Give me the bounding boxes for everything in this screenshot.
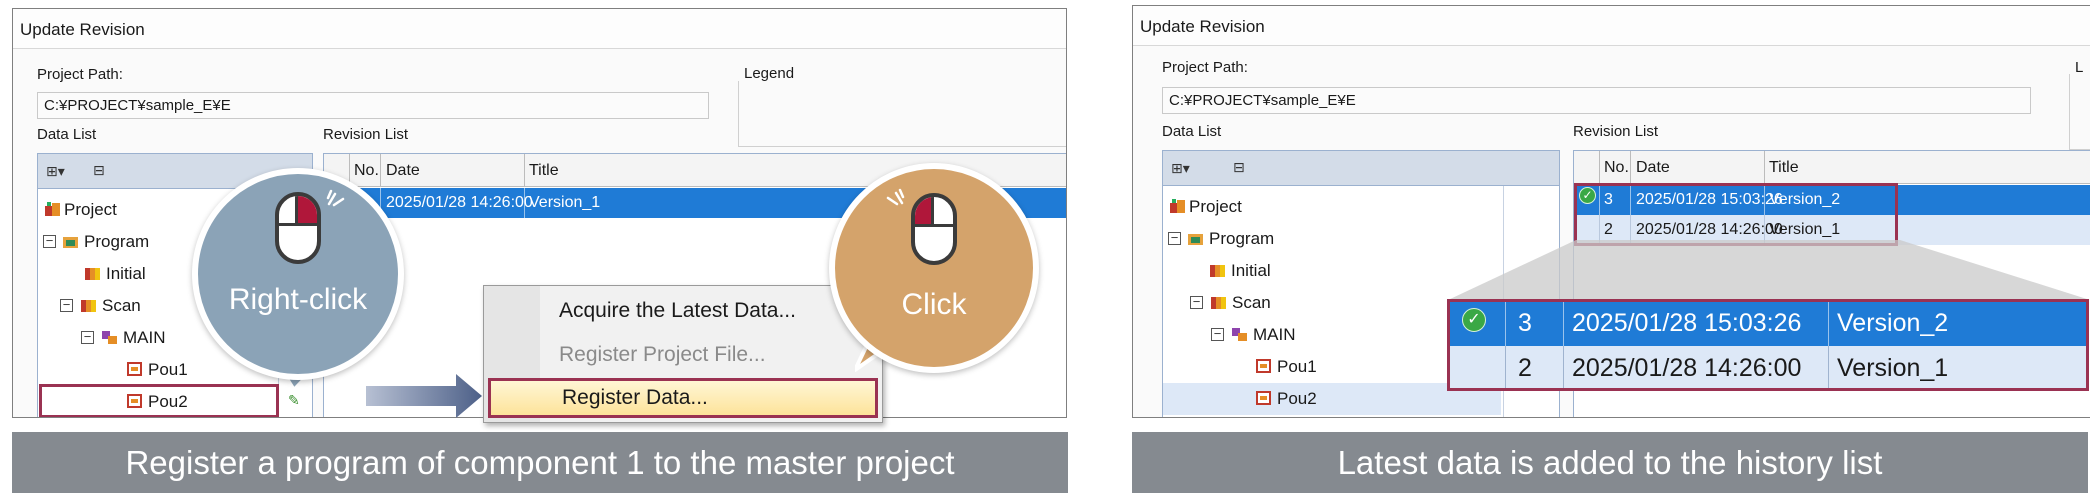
column-header-date[interactable]: Date [1636,159,1670,177]
tree-label: Pou1 [1277,357,1317,376]
data-list-label: Data List [1162,123,1222,140]
revision-date: 2025/01/28 15:03:26 [1572,309,1802,337]
revision-no: 3 [1518,309,1532,337]
revision-list-label: Revision List [323,126,409,143]
column-header-title[interactable]: Title [1769,159,1799,177]
collapse-toggle-icon[interactable]: − [1168,231,1181,245]
legend-label: Legend [744,65,795,82]
tree-label: Pou1 [148,360,188,379]
data-list-label: Data List [37,126,97,143]
pou-icon [127,362,142,376]
revision-list-header: No. Date Title [1574,151,2090,184]
tree-label: MAIN [1253,325,1296,344]
window-title: Update Revision [1133,6,2090,46]
revision-date: 2025/01/28 14:26:00 [386,194,533,211]
right-click-text: Right-click [228,283,368,316]
edit-pencil-icon: ✎ [288,392,300,408]
collapse-toggle-icon[interactable]: − [1190,295,1203,309]
click-callout: Click [829,163,1039,373]
project-path-field[interactable]: C:¥PROJECT¥sample_E¥E [1162,87,2031,114]
program-icon [1210,265,1225,277]
tree-label: Initial [106,264,146,283]
collapse-toggle-icon[interactable]: − [43,234,56,248]
context-menu: Acquire the Latest Data... Register Proj… [483,285,883,423]
collapse-toggle-icon[interactable]: − [60,298,73,312]
column-header-no[interactable]: No. [354,162,379,180]
tree-label: MAIN [123,328,166,347]
revision-no: 2 [1518,354,1532,382]
mouse-right-click-icon [275,192,321,264]
legend-label: L [2075,59,2084,76]
zoom-beam [1448,240,2090,300]
tree-label: Scan [102,296,141,315]
tree-label: Pou2 [1277,389,1317,408]
tree-label: Project [64,200,117,219]
program-icon [85,268,100,280]
project-path-label: Project Path: [1162,59,1248,76]
program-folder-icon [1188,234,1203,245]
menu-item-register-data[interactable]: Register Data... [488,378,878,418]
pou-icon [1256,391,1271,405]
program-icon [1211,297,1226,309]
collapse-toggle-icon[interactable]: − [1211,327,1224,341]
tree-label: Program [1209,229,1275,248]
project-icon [45,202,60,216]
left-caption: Register a program of component 1 to the… [12,432,1068,493]
project-path-field[interactable]: C:¥PROJECT¥sample_E¥E [37,92,709,119]
collapse-icon[interactable]: ⊟ [93,162,105,179]
column-header-date[interactable]: Date [386,162,420,180]
tree-label: Program [84,232,150,251]
project-icon [1170,199,1185,213]
program-icon [81,300,96,312]
window-title: Update Revision [13,9,1066,49]
expand-menu-icon[interactable]: ⊞▾ [46,163,65,180]
tree-label: Initial [1231,261,1271,280]
revision-title: Version_1 [1837,354,1949,382]
new-revision-highlight-frame [1574,183,1898,246]
main-program-icon [1232,328,1247,341]
latest-check-icon: ✓ [1462,308,1486,332]
pou2-highlight-frame [39,384,279,417]
click-text: Click [901,288,967,321]
revision-title: Version_1 [529,194,601,211]
collapse-icon[interactable]: ⊟ [1233,159,1245,176]
main-program-icon [102,331,117,344]
menu-item-acquire-latest-data[interactable]: Acquire the Latest Data... [484,291,882,331]
column-header-no[interactable]: No. [1604,159,1629,177]
zoomed-revision-row: ✓ 3 2025/01/28 15:03:26 Version_2 [1450,302,2086,346]
revision-title: Version_2 [1837,309,1949,337]
right-caption: Latest data is added to the history list [1132,432,2088,493]
program-folder-icon [63,237,78,248]
right-click-callout: Right-click [192,168,404,380]
tree-item-project[interactable]: Project [1163,191,1559,223]
revision-date: 2025/01/28 14:26:00 [1572,354,1802,382]
revision-list-label: Revision List [1573,123,1659,140]
zoomed-revision-list: ✓ 3 2025/01/28 15:03:26 Version_2 2 2025… [1447,299,2089,391]
tree-label: Scan [1232,293,1271,312]
legend-box [2069,74,2090,150]
legend-box [738,81,1066,147]
data-list-toolbar: ⊞▾ ⊟ [1163,151,1559,186]
pou-icon [1256,359,1271,373]
menu-item-register-project-file[interactable]: Register Project File... [484,335,882,375]
tree-label: Project [1189,197,1242,216]
column-header-title[interactable]: Title [529,162,559,180]
arrow-icon [366,374,482,418]
collapse-toggle-icon[interactable]: − [81,330,94,344]
mouse-left-click-icon [911,193,957,265]
project-path-label: Project Path: [37,66,123,83]
expand-menu-icon[interactable]: ⊞▾ [1171,160,1190,177]
zoomed-revision-row: 2 2025/01/28 14:26:00 Version_1 [1450,346,2086,388]
